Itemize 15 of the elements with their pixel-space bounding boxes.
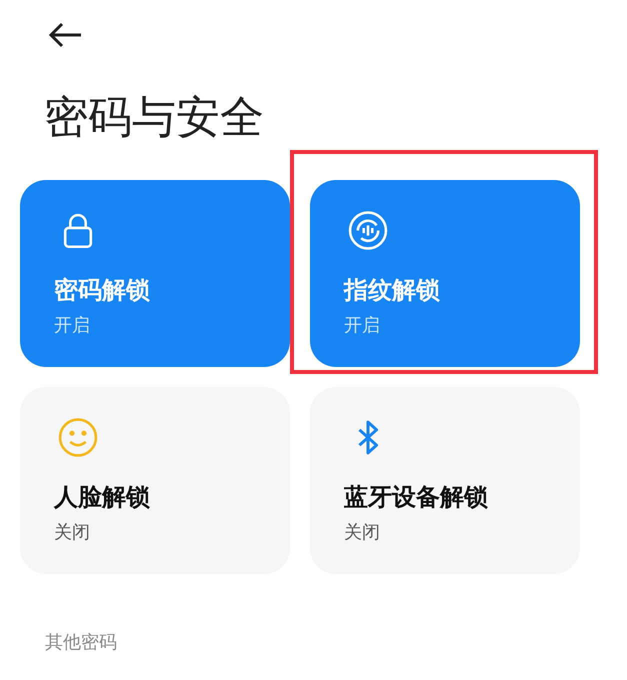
card-title: 蓝牙设备解锁 (344, 482, 489, 512)
unlock-card[interactable]: 蓝牙设备解锁 关闭 (310, 387, 580, 574)
card-status: 关闭 (344, 521, 381, 544)
unlock-card[interactable]: 指纹解锁 开启 (310, 180, 580, 367)
back-arrow-icon[interactable] (48, 22, 82, 48)
card-title: 指纹解锁 (344, 275, 441, 305)
unlock-card[interactable]: 人脸解锁 关闭 (20, 387, 290, 574)
unlock-card[interactable]: 密码解锁 开启 (20, 180, 290, 367)
page-title: 密码与安全 (44, 91, 265, 145)
card-status: 开启 (344, 314, 381, 337)
card-status: 开启 (54, 314, 91, 337)
card-status: 关闭 (54, 521, 91, 544)
section-label: 其他密码 (45, 631, 118, 654)
card-title: 密码解锁 (54, 275, 151, 305)
card-title: 人脸解锁 (54, 482, 151, 512)
